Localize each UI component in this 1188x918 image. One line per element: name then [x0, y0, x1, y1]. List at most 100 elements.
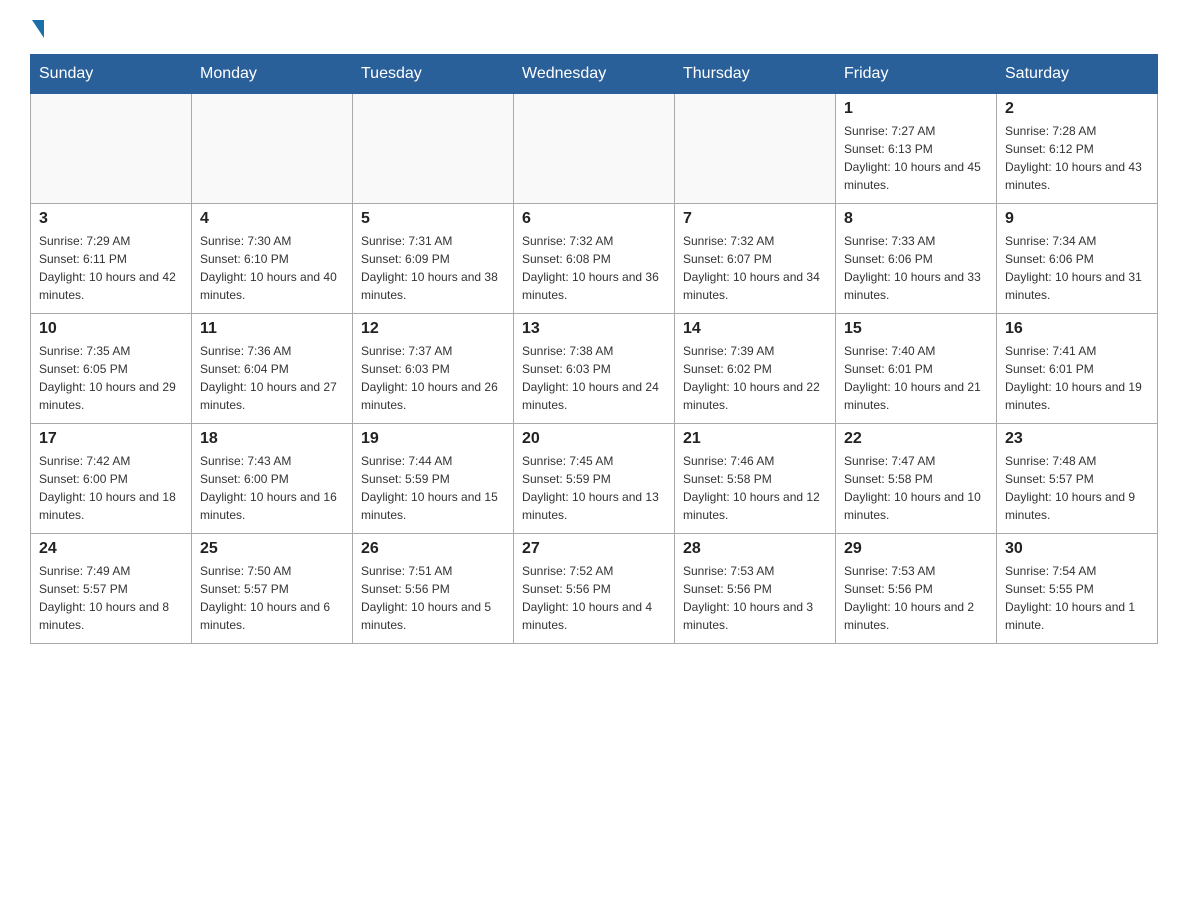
weekday-header-saturday: Saturday [997, 55, 1158, 94]
calendar-cell: 16Sunrise: 7:41 AM Sunset: 6:01 PM Dayli… [997, 314, 1158, 424]
calendar-cell: 27 Sunrise: 7:52 AM Sunset: 5:56 PM Dayli… [514, 534, 675, 644]
day-number: 2 [1005, 100, 1149, 118]
calendar-cell: 19 Sunrise: 7:44 AM Sunset: 5:59 PM Dayli… [353, 424, 514, 534]
day-number: 12 [361, 320, 505, 338]
weekday-header-friday: Friday [836, 55, 997, 94]
calendar-cell: 5Sunrise: 7:31 AM Sunset: 6:09 PM Daylig… [353, 204, 514, 314]
day-number: 10 [39, 320, 183, 338]
calendar-cell: 15Sunrise: 7:40 AM Sunset: 6:01 PM Dayli… [836, 314, 997, 424]
day-info: Sunrise: 7:30 AM Sunset: 6:10 PM Dayligh… [200, 232, 344, 304]
calendar-week-2: 3Sunrise: 7:29 AM Sunset: 6:11 PM Daylig… [31, 204, 1158, 314]
day-number: 23 [1005, 430, 1149, 448]
day-number: 22 [844, 430, 988, 448]
calendar-cell: 26 Sunrise: 7:51 AM Sunset: 5:56 PM Dayli… [353, 534, 514, 644]
day-info: Sunrise: 7:50 AM Sunset: 5:57 PM Dayligh… [200, 562, 344, 634]
day-info: Sunrise: 7:40 AM Sunset: 6:01 PM Dayligh… [844, 342, 988, 414]
day-info: Sunrise: 7:27 AM Sunset: 6:13 PM Dayligh… [844, 122, 988, 194]
day-number: 20 [522, 430, 666, 448]
calendar-cell: 23 Sunrise: 7:48 AM Sunset: 5:57 PM Dayli… [997, 424, 1158, 534]
day-info: Sunrise: 7:54 AM Sunset: 5:55 PM Dayligh… [1005, 562, 1149, 634]
day-number: 25 [200, 540, 344, 558]
calendar-cell: 9 Sunrise: 7:34 AM Sunset: 6:06 PM Daylig… [997, 204, 1158, 314]
day-number: 14 [683, 320, 827, 338]
day-number: 19 [361, 430, 505, 448]
calendar-cell: 21 Sunrise: 7:46 AM Sunset: 5:58 PM Dayli… [675, 424, 836, 534]
calendar-cell: 24 Sunrise: 7:49 AM Sunset: 5:57 PM Dayli… [31, 534, 192, 644]
day-number: 30 [1005, 540, 1149, 558]
calendar-cell: 30 Sunrise: 7:54 AM Sunset: 5:55 PM Dayli… [997, 534, 1158, 644]
day-number: 26 [361, 540, 505, 558]
calendar-week-5: 24 Sunrise: 7:49 AM Sunset: 5:57 PM Dayli… [31, 534, 1158, 644]
calendar-cell: 7 Sunrise: 7:32 AM Sunset: 6:07 PM Daylig… [675, 204, 836, 314]
day-info: Sunrise: 7:32 AM Sunset: 6:08 PM Dayligh… [522, 232, 666, 304]
day-number: 24 [39, 540, 183, 558]
weekday-header-row: SundayMondayTuesdayWednesdayThursdayFrid… [31, 55, 1158, 94]
day-info: Sunrise: 7:49 AM Sunset: 5:57 PM Dayligh… [39, 562, 183, 634]
day-number: 11 [200, 320, 344, 338]
calendar-cell [31, 94, 192, 204]
day-info: Sunrise: 7:32 AM Sunset: 6:07 PM Dayligh… [683, 232, 827, 304]
calendar-cell: 2 Sunrise: 7:28 AM Sunset: 6:12 PM Daylig… [997, 94, 1158, 204]
weekday-header-thursday: Thursday [675, 55, 836, 94]
calendar-week-3: 10 Sunrise: 7:35 AM Sunset: 6:05 PM Dayli… [31, 314, 1158, 424]
calendar-cell: 22 Sunrise: 7:47 AM Sunset: 5:58 PM Dayli… [836, 424, 997, 534]
day-info: Sunrise: 7:38 AM Sunset: 6:03 PM Dayligh… [522, 342, 666, 414]
calendar-header: SundayMondayTuesdayWednesdayThursdayFrid… [31, 55, 1158, 94]
day-number: 21 [683, 430, 827, 448]
calendar-week-4: 17Sunrise: 7:42 AM Sunset: 6:00 PM Dayli… [31, 424, 1158, 534]
calendar-cell: 20 Sunrise: 7:45 AM Sunset: 5:59 PM Dayli… [514, 424, 675, 534]
calendar-cell: 25 Sunrise: 7:50 AM Sunset: 5:57 PM Dayli… [192, 534, 353, 644]
day-info: Sunrise: 7:34 AM Sunset: 6:06 PM Dayligh… [1005, 232, 1149, 304]
day-number: 4 [200, 210, 344, 228]
day-number: 5 [361, 210, 505, 228]
weekday-header-monday: Monday [192, 55, 353, 94]
day-number: 9 [1005, 210, 1149, 228]
day-info: Sunrise: 7:28 AM Sunset: 6:12 PM Dayligh… [1005, 122, 1149, 194]
day-info: Sunrise: 7:52 AM Sunset: 5:56 PM Dayligh… [522, 562, 666, 634]
day-info: Sunrise: 7:48 AM Sunset: 5:57 PM Dayligh… [1005, 452, 1149, 524]
calendar-cell: 28Sunrise: 7:53 AM Sunset: 5:56 PM Dayli… [675, 534, 836, 644]
calendar-cell: 4 Sunrise: 7:30 AM Sunset: 6:10 PM Daylig… [192, 204, 353, 314]
page-header [30, 20, 1158, 38]
calendar-cell: 6 Sunrise: 7:32 AM Sunset: 6:08 PM Daylig… [514, 204, 675, 314]
day-info: Sunrise: 7:46 AM Sunset: 5:58 PM Dayligh… [683, 452, 827, 524]
day-number: 1 [844, 100, 988, 118]
calendar-cell: 18Sunrise: 7:43 AM Sunset: 6:00 PM Dayli… [192, 424, 353, 534]
calendar-table: SundayMondayTuesdayWednesdayThursdayFrid… [30, 54, 1158, 644]
day-number: 7 [683, 210, 827, 228]
calendar-cell: 11 Sunrise: 7:36 AM Sunset: 6:04 PM Dayli… [192, 314, 353, 424]
logo-arrow-icon [32, 20, 44, 38]
calendar-cell: 17Sunrise: 7:42 AM Sunset: 6:00 PM Dayli… [31, 424, 192, 534]
calendar-cell [192, 94, 353, 204]
day-info: Sunrise: 7:37 AM Sunset: 6:03 PM Dayligh… [361, 342, 505, 414]
calendar-cell [514, 94, 675, 204]
day-info: Sunrise: 7:51 AM Sunset: 5:56 PM Dayligh… [361, 562, 505, 634]
logo [30, 20, 46, 38]
day-info: Sunrise: 7:41 AM Sunset: 6:01 PM Dayligh… [1005, 342, 1149, 414]
calendar-cell: 10 Sunrise: 7:35 AM Sunset: 6:05 PM Dayli… [31, 314, 192, 424]
calendar-body: 1 Sunrise: 7:27 AM Sunset: 6:13 PM Daylig… [31, 94, 1158, 644]
weekday-header-wednesday: Wednesday [514, 55, 675, 94]
day-info: Sunrise: 7:45 AM Sunset: 5:59 PM Dayligh… [522, 452, 666, 524]
calendar-cell: 3Sunrise: 7:29 AM Sunset: 6:11 PM Daylig… [31, 204, 192, 314]
day-info: Sunrise: 7:35 AM Sunset: 6:05 PM Dayligh… [39, 342, 183, 414]
day-number: 6 [522, 210, 666, 228]
day-info: Sunrise: 7:44 AM Sunset: 5:59 PM Dayligh… [361, 452, 505, 524]
day-info: Sunrise: 7:53 AM Sunset: 5:56 PM Dayligh… [683, 562, 827, 634]
calendar-week-1: 1 Sunrise: 7:27 AM Sunset: 6:13 PM Daylig… [31, 94, 1158, 204]
day-info: Sunrise: 7:42 AM Sunset: 6:00 PM Dayligh… [39, 452, 183, 524]
day-number: 3 [39, 210, 183, 228]
day-number: 8 [844, 210, 988, 228]
calendar-cell: 13Sunrise: 7:38 AM Sunset: 6:03 PM Dayli… [514, 314, 675, 424]
day-info: Sunrise: 7:47 AM Sunset: 5:58 PM Dayligh… [844, 452, 988, 524]
weekday-header-sunday: Sunday [31, 55, 192, 94]
calendar-cell: 29Sunrise: 7:53 AM Sunset: 5:56 PM Dayli… [836, 534, 997, 644]
day-info: Sunrise: 7:43 AM Sunset: 6:00 PM Dayligh… [200, 452, 344, 524]
day-info: Sunrise: 7:39 AM Sunset: 6:02 PM Dayligh… [683, 342, 827, 414]
day-number: 29 [844, 540, 988, 558]
day-number: 27 [522, 540, 666, 558]
calendar-cell [675, 94, 836, 204]
calendar-cell: 1 Sunrise: 7:27 AM Sunset: 6:13 PM Daylig… [836, 94, 997, 204]
day-info: Sunrise: 7:33 AM Sunset: 6:06 PM Dayligh… [844, 232, 988, 304]
day-info: Sunrise: 7:36 AM Sunset: 6:04 PM Dayligh… [200, 342, 344, 414]
